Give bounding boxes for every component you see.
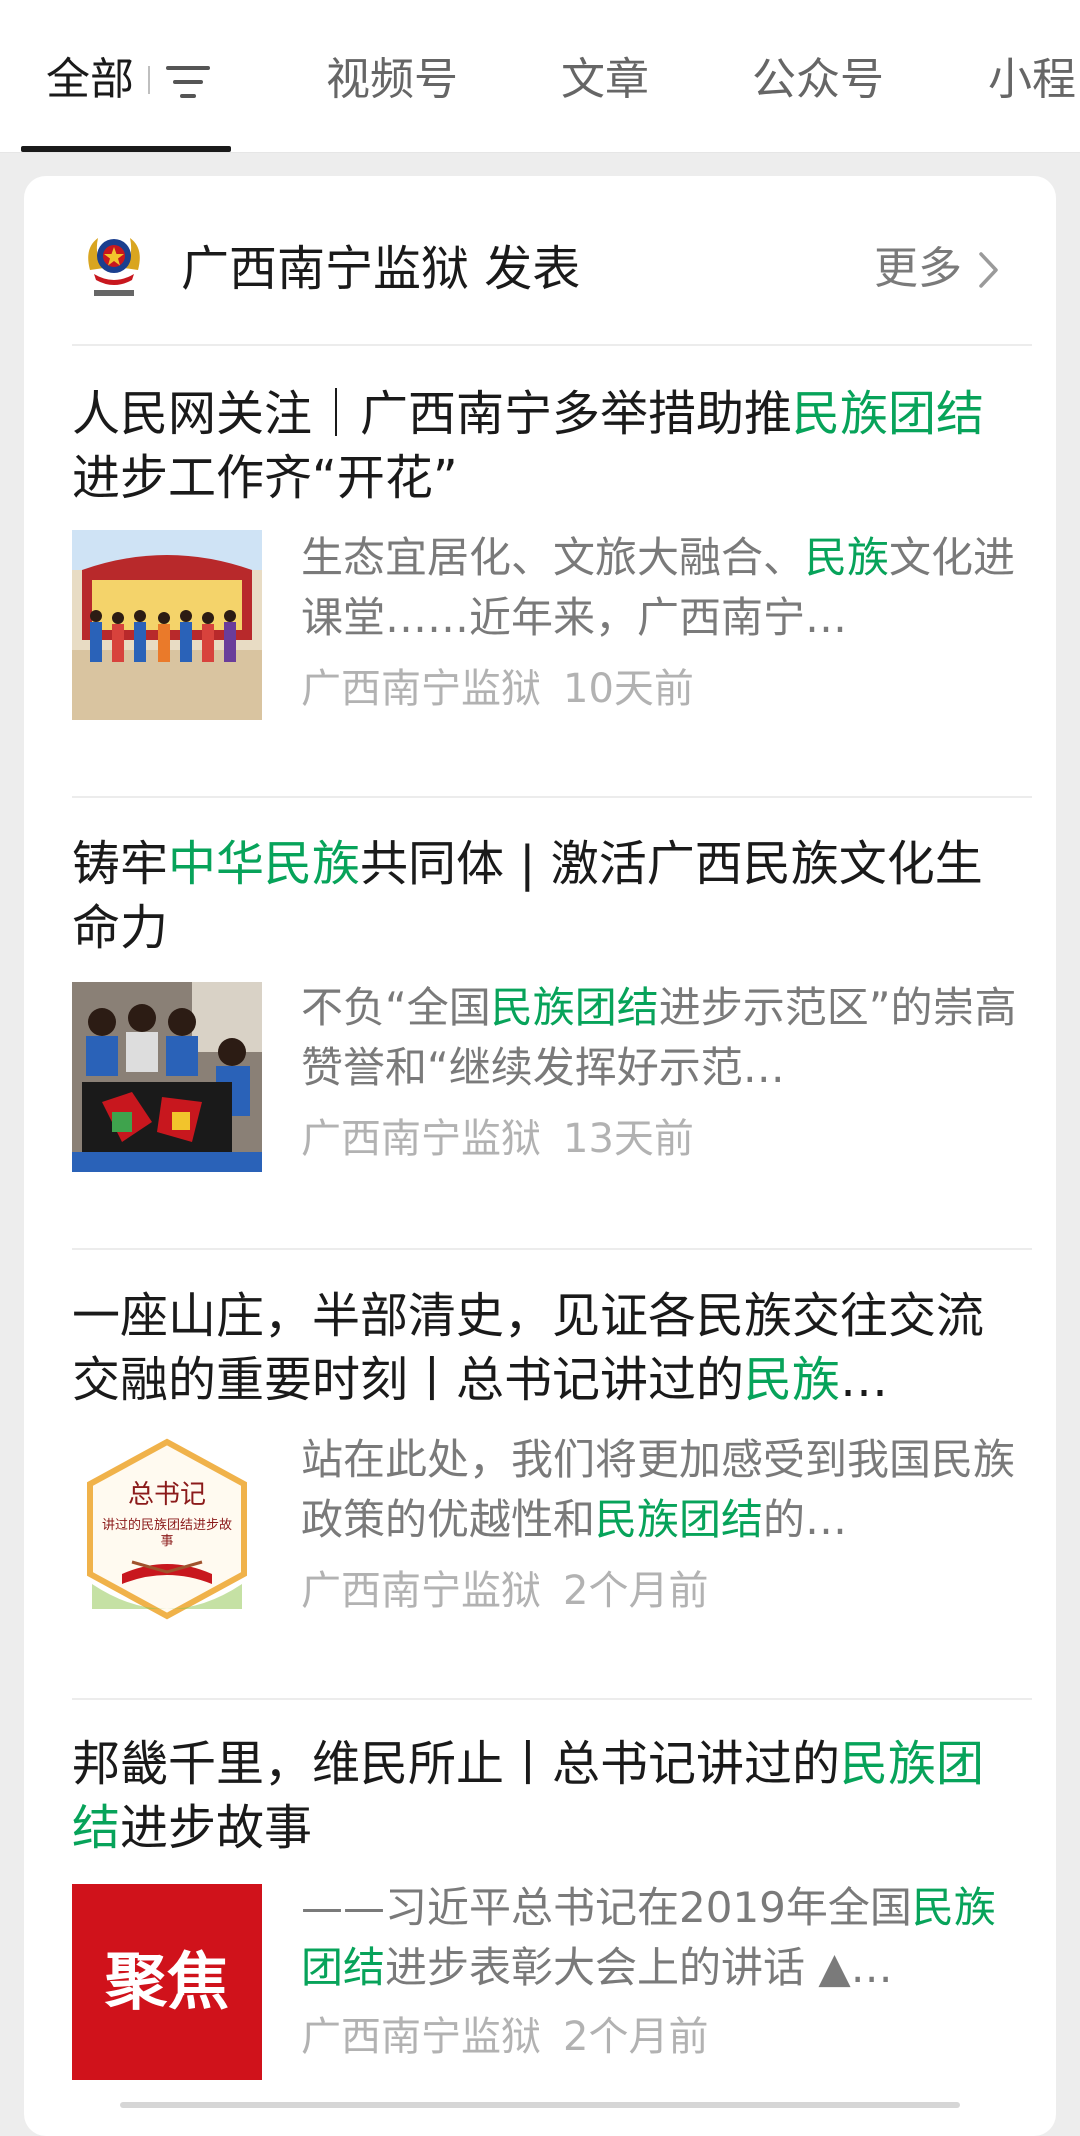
thumb-caption: 聚焦	[104, 1945, 229, 2018]
article-summary: ——习近平总书记在2019年全国民族团结进步表彰大会上的讲话 ▲…	[301, 1883, 996, 1992]
chevron-right-icon[interactable]	[976, 248, 1002, 292]
publisher-header[interactable]: 广西南宁监狱 发表 更多	[24, 176, 1056, 346]
tab-separator	[148, 66, 150, 94]
active-tab-indicator	[21, 146, 231, 152]
tab-article[interactable]: 文章	[561, 52, 649, 108]
article-summary: 生态宜居化、文旅大融合、民族文化进课堂……近年来，广西南宁…	[301, 533, 1016, 642]
article-source: 广西南宁监狱	[301, 666, 541, 712]
article-source: 广西南宁监狱	[301, 1568, 541, 1614]
article-time: 2个月前	[563, 1568, 709, 1614]
tab-official-account[interactable]: 公众号	[752, 52, 884, 108]
article-meta: 广西南宁监狱 2个月前	[301, 2012, 708, 2062]
article-thumbnail	[72, 982, 262, 1172]
article-time: 2个月前	[563, 2014, 709, 2060]
article-title[interactable]: 人民网关注｜广西南宁多举措助推民族团结进步工作齐“开花”	[72, 382, 1022, 510]
publisher-name[interactable]: 广西南宁监狱 发表	[181, 240, 580, 298]
article-time: 10天前	[563, 666, 694, 712]
article-source: 广西南宁监狱	[301, 2014, 541, 2060]
article-time: 13天前	[563, 1116, 694, 1162]
article-thumbnail: 总书记 讲过的民族团结进步故事	[72, 1434, 262, 1624]
divider	[72, 796, 1032, 798]
article-title[interactable]: 一座山庄，半部清史，见证各民族交往交流交融的重要时刻丨总书记讲过的民族…	[72, 1284, 1022, 1412]
article-summary: 站在此处，我们将更加感受到我国民族政策的优越性和民族团结的…	[301, 1435, 1016, 1544]
police-emblem-avatar	[88, 238, 140, 296]
tab-mini-program[interactable]: 小程	[988, 52, 1076, 108]
result-card: 广西南宁监狱 发表 更多 人民网关注｜广西南宁多举措助推民族团结进步工作齐“开花…	[24, 176, 1056, 2136]
article-title[interactable]: 邦畿千里，维民所止丨总书记讲过的民族团结进步故事	[72, 1732, 1022, 1860]
divider	[72, 1248, 1032, 1250]
article-summary: 不负“全国民族团结进步示范区”的崇高赞誉和“继续发挥好示范…	[301, 983, 1017, 1092]
tab-video[interactable]: 视频号	[326, 52, 458, 108]
divider	[72, 344, 1032, 346]
divider	[72, 1698, 1032, 1700]
filter-icon[interactable]	[166, 62, 210, 102]
article-meta: 广西南宁监狱 13天前	[301, 1114, 694, 1164]
article-meta: 广西南宁监狱 2个月前	[301, 1566, 708, 1616]
article-thumbnail	[72, 530, 262, 720]
search-tab-bar: 全部 视频号 文章 公众号 小程	[0, 0, 1080, 153]
scroll-indicator	[120, 2102, 960, 2108]
article-title[interactable]: 铸牢中华民族共同体 | 激活广西民族文化生命力	[72, 832, 1022, 960]
tab-all[interactable]: 全部	[46, 52, 134, 108]
thumb-subcaption: 讲过的民族团结进步故事	[101, 1518, 232, 1549]
thumb-caption: 总书记	[127, 1480, 206, 1510]
more-link[interactable]: 更多	[874, 242, 962, 296]
article-meta: 广西南宁监狱 10天前	[301, 664, 694, 714]
article-thumbnail: 聚焦	[72, 1884, 262, 2080]
article-source: 广西南宁监狱	[301, 1116, 541, 1162]
